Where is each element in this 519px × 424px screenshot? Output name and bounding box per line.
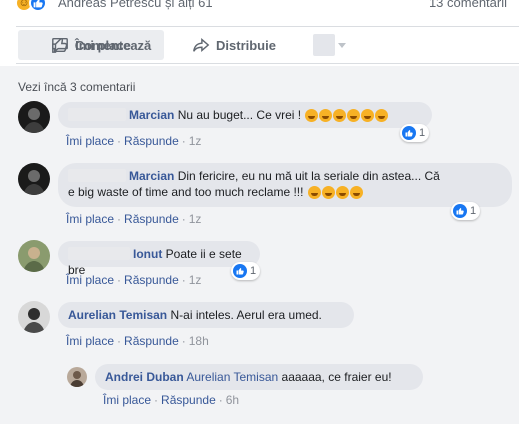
comment-like-link[interactable]: Îmi place [66, 334, 114, 348]
chevron-down-icon [338, 42, 346, 48]
comment-reply-link[interactable]: Răspunde [124, 273, 179, 287]
reply-like-link[interactable]: Îmi place [103, 393, 151, 407]
share-icon [193, 38, 210, 52]
comment-actions: Îmi place · Răspunde · 1z [66, 212, 202, 226]
comment-text-line-2: e big waste of time and too much reclame… [68, 185, 304, 199]
comment-text: Nu au buget... Ce vrei ! [177, 108, 302, 122]
reaction-icons[interactable]: ☺ [15, 0, 47, 12]
comment-bubble: Marcian Din fericire, eu nu mă uit la se… [58, 163, 512, 207]
smile-emoji-icon [321, 186, 335, 199]
hidden-name-segment [68, 169, 126, 182]
comment-actions: Îmi place · Răspunde · 18h [66, 334, 209, 348]
post-as-selector[interactable] [313, 34, 346, 56]
comment-like-link[interactable]: Îmi place [66, 212, 114, 226]
reply-mention[interactable]: Aurelian Temisan [186, 370, 278, 384]
comment-like-count[interactable]: 1 [400, 124, 430, 142]
see-more-comments-link[interactable]: Vezi încă 3 comentarii [18, 80, 135, 94]
emoji-group [304, 109, 389, 122]
reply-timestamp[interactable]: 6h [226, 393, 239, 407]
reply-text: aaaaaa, ce fraier eu! [281, 370, 392, 384]
comment-button[interactable]: Comentează [26, 30, 176, 60]
like-icon [453, 204, 467, 218]
comment-like-link[interactable]: Îmi place [66, 134, 114, 148]
smile-emoji-icon [307, 186, 321, 199]
share-button[interactable]: Distribuie [169, 30, 299, 60]
like-icon [402, 126, 416, 140]
laughing-emoji-icon [375, 109, 389, 122]
hidden-name-segment [68, 108, 126, 121]
comment-timestamp[interactable]: 1z [189, 212, 202, 226]
comment-reply-link[interactable]: Răspunde [124, 134, 179, 148]
comment-like-link[interactable]: Îmi place [66, 273, 114, 287]
laughing-emoji-icon [361, 109, 375, 122]
reply-actions: Îmi place · Răspunde · 6h [103, 393, 240, 407]
avatar[interactable] [18, 240, 50, 272]
reactions-summary: ☺ Andreas Petrescu și alți 61 13 comenta… [0, 0, 519, 14]
laughing-emoji-icon [347, 109, 361, 122]
laughing-emoji-icon [349, 186, 363, 199]
comment-reply-link[interactable]: Răspunde [124, 334, 179, 348]
comment-actions: Îmi place · Răspunde · 1z [66, 273, 202, 287]
reply-reply-link[interactable]: Răspunde [161, 393, 216, 407]
comment-author[interactable]: Marcian [129, 169, 174, 183]
comment-count-link[interactable]: 13 comentarii [429, 0, 507, 10]
comment-bubble: Marcian Nu au buget... Ce vrei ! [58, 102, 432, 128]
reply-author[interactable]: Andrei Duban [105, 370, 184, 384]
comment-author[interactable]: Marcian [129, 108, 174, 122]
comment-actions: Îmi place · Răspunde · 1z [66, 134, 202, 148]
hidden-name-segment [68, 247, 130, 260]
comment-bubble: Ionut Poate ii e sete bre [58, 241, 260, 277]
laughing-emoji-icon [305, 109, 319, 122]
comment-timestamp[interactable]: 18h [189, 334, 209, 348]
comment-bubble: Aurelian Temisan N-ai inteles. Aerul era… [58, 302, 354, 328]
comment-like-count[interactable]: 1 [231, 262, 261, 280]
comment-timestamp[interactable]: 1z [189, 134, 202, 148]
comment-reply-link[interactable]: Răspunde [124, 212, 179, 226]
avatar[interactable] [67, 367, 87, 387]
comment-timestamp[interactable]: 1z [189, 273, 202, 287]
laughing-emoji-icon [319, 109, 333, 122]
avatar[interactable] [18, 301, 50, 333]
avatar[interactable] [18, 163, 50, 195]
reactors-link[interactable]: Andreas Petrescu și alți 61 [58, 0, 213, 10]
emoji-group [307, 186, 363, 199]
comment-button-label: Comentează [74, 37, 152, 53]
avatar[interactable] [18, 101, 50, 133]
comment-author[interactable]: Ionut [133, 247, 162, 261]
reply-bubble: Andrei Duban Aurelian Temisan aaaaaa, ce… [95, 364, 423, 390]
page-avatar [313, 34, 335, 56]
comment-like-count[interactable]: 1 [451, 202, 481, 220]
share-button-label: Distribuie [216, 37, 276, 53]
smile-emoji-icon [335, 186, 349, 199]
like-icon [233, 264, 247, 278]
laughing-emoji-icon [333, 109, 347, 122]
comment-icon [51, 37, 68, 53]
comment-author[interactable]: Aurelian Temisan [68, 308, 167, 322]
post-action-bar: Îmi place Comentează Distribuie [16, 26, 519, 64]
comment-text: N-ai inteles. Aerul era umed. [170, 308, 322, 322]
like-icon [29, 0, 47, 12]
comment-text-line-1: Din fericire, eu nu mă uit la seriale di… [177, 169, 440, 183]
